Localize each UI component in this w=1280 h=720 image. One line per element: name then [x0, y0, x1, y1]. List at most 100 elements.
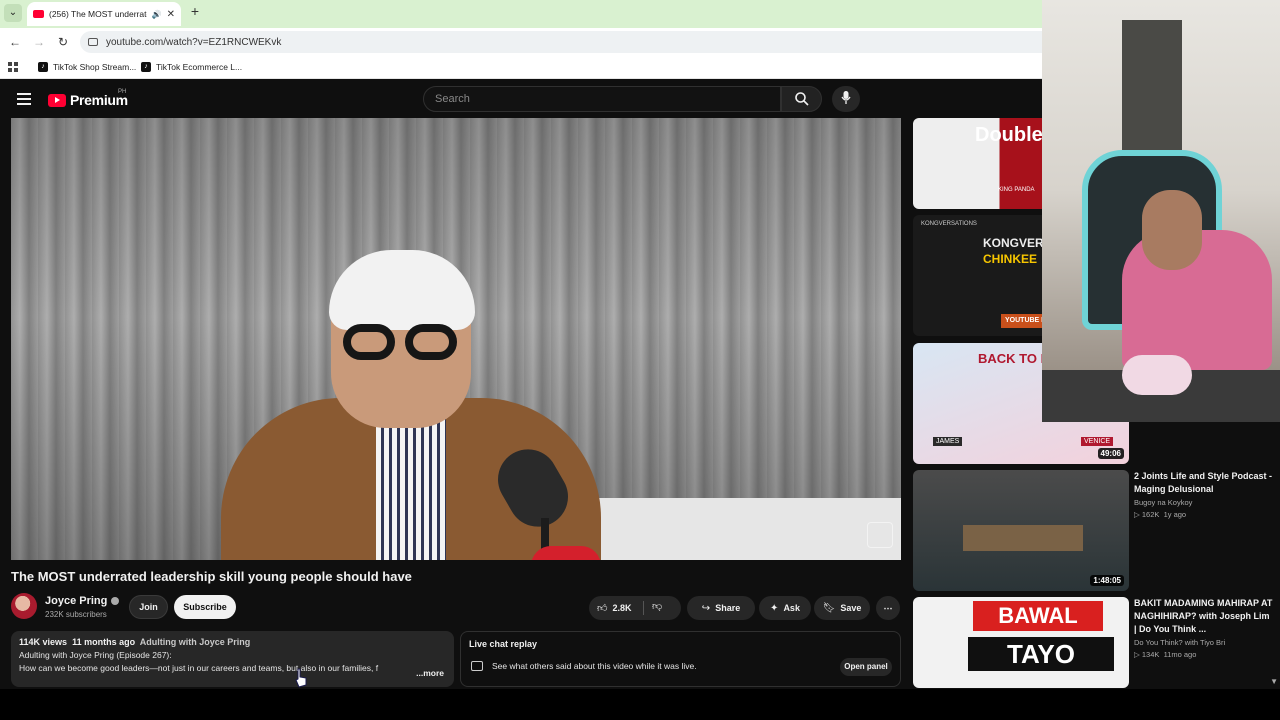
- webcam-person-head: [1142, 190, 1202, 270]
- voice-search-button[interactable]: [832, 86, 860, 112]
- recommended-video-thumbnail[interactable]: 1:48:05: [913, 470, 1129, 591]
- description-meta: 114K views 11 months ago Adulting with J…: [19, 637, 446, 647]
- forward-icon[interactable]: →: [31, 34, 47, 50]
- site-info-icon[interactable]: [88, 38, 98, 46]
- thumbnail-brand: KONGVERSATIONS: [921, 221, 977, 227]
- channel-avatar[interactable]: [11, 593, 37, 619]
- audio-playing-icon[interactable]: 🔊: [152, 10, 162, 19]
- share-label: Share: [715, 603, 741, 613]
- description-box[interactable]: 114K views 11 months ago Adulting with J…: [11, 631, 454, 687]
- live-chat-text: See what others said about this video wh…: [492, 661, 697, 671]
- verified-icon: [111, 597, 120, 605]
- upload-age: 11 months ago: [72, 637, 136, 647]
- recommended-video-thumbnail[interactable]: BAWAL TAYO: [913, 597, 1129, 688]
- channel-name-link[interactable]: Joyce Pring: [45, 595, 120, 607]
- recommended-video-info[interactable]: BAKIT MADAMING MAHIRAP AT NAGHIHIRAP? wi…: [1134, 597, 1274, 659]
- thumbnail-table: [963, 525, 1083, 551]
- channel-name: Joyce Pring: [45, 595, 108, 607]
- open-panel-button[interactable]: Open panel: [840, 658, 892, 676]
- youtube-favicon-icon: [33, 10, 44, 18]
- like-button[interactable]: 👍︎ 2.8K: [589, 596, 681, 620]
- tab-search-icon[interactable]: ⌄: [4, 4, 22, 22]
- more-actions-button[interactable]: ⋯: [876, 596, 900, 620]
- youtube-header: Premium PH Search: [0, 80, 1042, 118]
- webcam-headphones: [1122, 355, 1192, 395]
- like-divider: [643, 601, 644, 615]
- scroll-down-arrow-icon[interactable]: ▼: [1270, 677, 1278, 686]
- join-button[interactable]: Join: [129, 595, 168, 619]
- ask-label: Ask: [783, 603, 800, 613]
- recommended-video-info[interactable]: 2 Joints Life and Style Podcast - Maging…: [1134, 470, 1274, 519]
- thumbs-down-icon: 👎︎: [652, 601, 663, 612]
- video-duration: 1:48:05: [1090, 575, 1124, 586]
- recommended-video-channel: Do You Think? with Tiyo Bri: [1134, 638, 1226, 647]
- thumbnail-text: TAYO: [968, 637, 1114, 671]
- tab-title: (256) The MOST underrated leadership ski…: [49, 9, 147, 19]
- url-text: youtube.com/watch?v=EZ1RNCWEKvk: [106, 36, 282, 48]
- recommended-video-channel: Bugoy na Koykoy: [1134, 498, 1193, 507]
- thumbs-up-icon: 👍︎: [597, 603, 608, 614]
- bookmark-tiktok-ecommerce[interactable]: ♪ TikTok Ecommerce L...: [141, 60, 242, 74]
- live-chat-title: Live chat replay: [469, 639, 538, 649]
- description-line: Adulting with Joyce Pring (Episode 267):: [19, 650, 172, 660]
- thumbnail-text: BAWAL: [973, 601, 1103, 631]
- webcam-background: [1122, 20, 1182, 160]
- browser-tab[interactable]: (256) The MOST underrated leadership ski…: [27, 2, 181, 26]
- live-chat-replay-panel: Live chat replay See what others said ab…: [460, 631, 901, 687]
- tiktok-icon: ♪: [141, 62, 151, 72]
- ask-button[interactable]: ✦ Ask: [759, 596, 811, 620]
- recommended-video-title: BAKIT MADAMING MAHIRAP AT NAGHIHIRAP? wi…: [1134, 598, 1273, 634]
- share-button[interactable]: ↪ Share: [687, 596, 755, 620]
- reload-icon[interactable]: ↻: [55, 34, 71, 50]
- bookmark-tiktok-shop[interactable]: ♪ TikTok Shop Stream...: [38, 60, 136, 74]
- webcam-overlay: [1042, 0, 1280, 422]
- region-label: PH: [118, 89, 127, 95]
- back-icon[interactable]: ←: [7, 34, 23, 50]
- bookmarks-bar: ♪ TikTok Shop Stream... ♪ TikTok Ecommer…: [0, 56, 1042, 79]
- screen: { "browser": { "tab": { "title": "(256) …: [0, 0, 1280, 720]
- thumbnail-name: JAMES: [933, 437, 963, 446]
- description-tag[interactable]: Adulting with Joyce Pring: [140, 637, 251, 647]
- search-icon: [795, 92, 809, 106]
- bottom-bar: [0, 689, 1280, 720]
- browser-toolbar: ← → ↻ youtube.com/watch?v=EZ1RNCWEKvk: [0, 28, 1042, 56]
- thumbnail-name: VENICE: [1081, 437, 1114, 446]
- chat-icon: [471, 661, 483, 671]
- recommended-video-title: 2 Joints Life and Style Podcast - Maging…: [1134, 471, 1273, 494]
- dislike-button[interactable]: 👎︎: [652, 600, 662, 612]
- like-count: 2.8K: [612, 603, 632, 613]
- video-duration: 49:06: [1097, 448, 1124, 459]
- sparkle-icon: ✦: [770, 602, 779, 614]
- recommended-video-meta: ▷ 162K 1y ago: [1134, 510, 1187, 519]
- subscribe-button[interactable]: Subscribe: [174, 595, 236, 619]
- search-button[interactable]: [781, 86, 822, 112]
- recommended-video-meta: ▷ 134K 11mo ago: [1134, 650, 1197, 659]
- save-label: Save: [840, 603, 862, 613]
- subscriber-count: 232K subscribers: [45, 610, 107, 619]
- description-line: How can we become good leaders—not just …: [19, 663, 379, 673]
- channel-watermark-icon[interactable]: [867, 522, 893, 548]
- tiktok-icon: ♪: [38, 62, 48, 72]
- share-icon: ↪: [701, 602, 711, 614]
- menu-icon[interactable]: [17, 93, 31, 105]
- browser-tabstrip: ⌄ (256) The MOST underrated leadership s…: [0, 0, 1042, 28]
- thumbnail-text: BACK TO R: [978, 351, 1050, 366]
- youtube-play-icon: [48, 93, 66, 107]
- close-tab-icon[interactable]: ✕: [167, 9, 175, 20]
- video-frame-cup-lid: [531, 546, 601, 560]
- address-bar[interactable]: youtube.com/watch?v=EZ1RNCWEKvk: [80, 31, 1042, 53]
- search-input[interactable]: Search: [423, 86, 781, 112]
- video-title: The MOST underrated leadership skill you…: [11, 569, 412, 584]
- apps-grid-icon[interactable]: [8, 62, 18, 72]
- show-more-link[interactable]: ...more: [412, 668, 444, 678]
- hand-cursor-icon: [295, 668, 307, 688]
- bookmark-icon: 🔖︎: [822, 602, 836, 614]
- video-frame-shirt: [376, 408, 446, 560]
- new-tab-icon[interactable]: +: [188, 4, 202, 18]
- video-player[interactable]: [11, 118, 901, 560]
- save-button[interactable]: 🔖︎ Save: [814, 596, 870, 620]
- thumbnail-subtext: KING PANDA: [998, 187, 1035, 193]
- youtube-logo[interactable]: Premium: [48, 92, 128, 108]
- more-horiz-icon: ⋯: [883, 602, 893, 613]
- microphone-icon: [841, 91, 851, 104]
